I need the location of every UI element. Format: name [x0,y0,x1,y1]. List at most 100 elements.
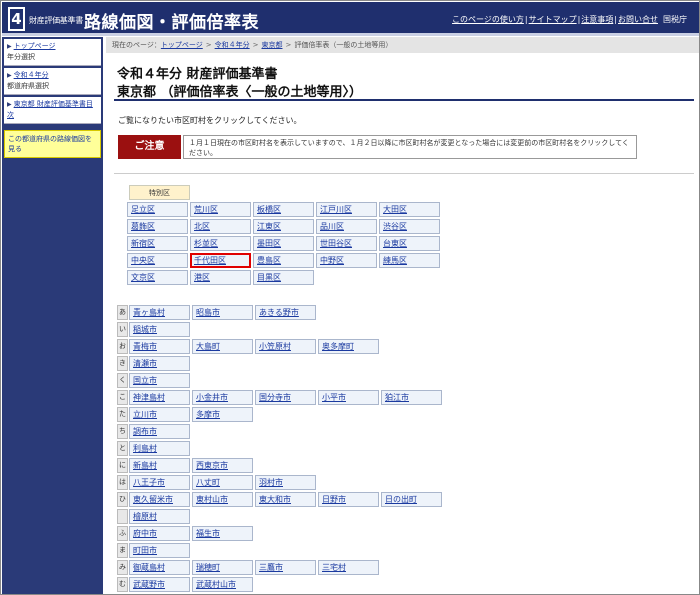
kana-index: き [117,356,128,371]
ward-link[interactable]: 千代田区 [190,253,251,268]
municipality-link[interactable]: 東久留米市 [129,492,190,507]
municipality-link[interactable]: 青ヶ島村 [129,305,190,320]
table-row: ち調布市 [117,424,444,439]
municipality-link[interactable]: 武蔵野市 [129,577,190,592]
ward-link[interactable]: 荒川区 [190,202,251,217]
municipality-link[interactable]: 日野市 [318,492,379,507]
ward-link[interactable]: 新宿区 [127,236,188,251]
link-how-to-use[interactable]: このページの使い方 [452,15,524,24]
ward-link[interactable]: 練馬区 [379,253,440,268]
municipality-link[interactable]: 立川市 [129,407,190,422]
municipality-link[interactable]: 国分寺市 [255,390,316,405]
sidebar-link-year[interactable]: 令和４年分 [14,71,49,79]
municipality-link[interactable]: 日の出町 [381,492,442,507]
ward-link[interactable]: 葛飾区 [127,219,188,234]
ward-link[interactable]: 目黒区 [253,270,314,285]
municipality-link[interactable]: 多摩市 [192,407,253,422]
municipality-link-label: 小金井市 [196,393,228,402]
kana-index: み [117,560,128,575]
ward-link[interactable]: 品川区 [316,219,377,234]
municipality-link-label: 国立市 [133,376,157,385]
municipality-link[interactable]: 小笠原村 [255,339,316,354]
section-divider [114,173,694,174]
link-notes[interactable]: 注意事項 [581,15,613,24]
municipality-link-label: 武蔵野市 [133,580,165,589]
municipality-link[interactable]: 狛江市 [381,390,442,405]
ward-link-label: 品川区 [320,222,344,231]
municipality-link[interactable]: 昭島市 [192,305,253,320]
municipality-link[interactable]: 八丈町 [192,475,253,490]
municipality-link-label: 西東京市 [196,461,228,470]
breadcrumb-top[interactable]: トップページ [161,41,203,49]
ward-link[interactable]: 江戸川区 [316,202,377,217]
ward-link[interactable]: 北区 [190,219,251,234]
ward-link-label: 足立区 [131,205,155,214]
table-row: と利島村 [117,441,444,456]
municipality-link[interactable]: 八王子市 [129,475,190,490]
municipality-link-label: 瑞穂町 [196,563,220,572]
municipality-link[interactable]: 奥多摩町 [318,339,379,354]
municipality-link-label: 御蔵島村 [133,563,165,572]
municipality-link[interactable]: 利島村 [129,441,190,456]
caution-label: ご注意 [118,135,181,159]
ward-link[interactable]: 港区 [190,270,251,285]
municipality-link[interactable]: 町田市 [129,543,190,558]
ward-link[interactable]: 台東区 [379,236,440,251]
ward-link[interactable]: 中央区 [127,253,188,268]
breadcrumb-prefecture[interactable]: 東京都 [262,41,283,49]
ward-link[interactable]: 杉並区 [190,236,251,251]
ward-link-label: 杉並区 [194,239,218,248]
sidebar-link-top[interactable]: トップページ [14,42,56,50]
municipality-link[interactable]: あきる野市 [255,305,316,320]
municipality-link[interactable]: 調布市 [129,424,190,439]
municipality-link[interactable]: 国立市 [129,373,190,388]
ward-link[interactable]: 江東区 [253,219,314,234]
kana-index: い [117,322,128,337]
link-sitemap[interactable]: サイトマップ [529,15,577,24]
sidebar-link-contents[interactable]: 東京都 財産評価基準書目次 [7,100,93,119]
municipality-link[interactable]: 瑞穂町 [192,560,253,575]
municipality-link[interactable]: 大島町 [192,339,253,354]
municipality-link[interactable]: 清瀬市 [129,356,190,371]
sidebar-route-map-link[interactable]: この都道府県の路線価図を見る [4,130,101,158]
municipality-link-label: 檜原村 [133,512,157,521]
ward-link[interactable]: 板橋区 [253,202,314,217]
municipality-link[interactable]: 武蔵村山市 [192,577,253,592]
breadcrumb-year[interactable]: 令和４年分 [215,41,250,49]
kana-index: に [117,458,128,473]
municipality-link[interactable]: 青梅市 [129,339,190,354]
table-row: き清瀬市 [117,356,444,371]
municipality-link[interactable]: 檜原村 [129,509,190,524]
municipality-link-label: 狛江市 [385,393,409,402]
municipality-link[interactable]: 三宅村 [318,560,379,575]
ward-link[interactable]: 中野区 [316,253,377,268]
municipality-link[interactable]: 羽村市 [255,475,316,490]
municipality-link[interactable]: 福生市 [192,526,253,541]
link-contact[interactable]: お問い合せ [618,15,658,24]
municipality-link[interactable]: 小金井市 [192,390,253,405]
site-header: 4 財産評価基準書 路線価図・評価倍率表 このページの使い方|サイトマップ|注意… [2,2,699,36]
municipality-link[interactable]: 東大和市 [255,492,316,507]
municipality-link[interactable]: 稲城市 [129,322,190,337]
municipality-link-label: 国分寺市 [259,393,291,402]
kana-index: あ [117,305,128,320]
ward-link[interactable]: 大田区 [379,202,440,217]
ward-link[interactable]: 足立区 [127,202,188,217]
ward-link[interactable]: 墨田区 [253,236,314,251]
ward-link[interactable]: 世田谷区 [316,236,377,251]
municipality-link[interactable]: 東村山市 [192,492,253,507]
municipality-link-label: 神津島村 [133,393,165,402]
breadcrumb: 現在のページ：トップページ > 令和４年分 > 東京都 > 評価倍率表（一般の土地等用） [106,37,699,53]
municipality-link[interactable]: 神津島村 [129,390,190,405]
ward-link-label: 千代田区 [194,256,226,265]
municipality-link[interactable]: 西東京市 [192,458,253,473]
municipality-link[interactable]: 小平市 [318,390,379,405]
table-row: い稲城市 [117,322,444,337]
ward-link[interactable]: 渋谷区 [379,219,440,234]
ward-link[interactable]: 文京区 [127,270,188,285]
municipality-link[interactable]: 三鷹市 [255,560,316,575]
municipality-link[interactable]: 御蔵島村 [129,560,190,575]
municipality-link[interactable]: 府中市 [129,526,190,541]
ward-link[interactable]: 豊島区 [253,253,314,268]
municipality-link[interactable]: 新島村 [129,458,190,473]
